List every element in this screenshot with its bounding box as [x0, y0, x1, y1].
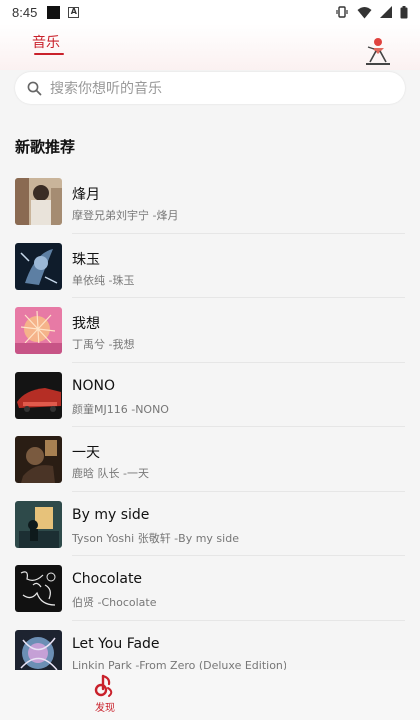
song-title: 珠玉: [72, 251, 100, 268]
battery-icon: [400, 5, 408, 18]
song-title: Chocolate: [72, 571, 143, 587]
song-title: 我想: [72, 316, 100, 332]
tab-music[interactable]: 音乐: [32, 32, 60, 52]
album-cover: [15, 178, 62, 225]
song-list: 烽月 摩登兄弟刘宇宁 -烽月 珠玉 单依纯 -珠玉 我想 丁禹兮 -我想 NON…: [0, 169, 420, 685]
song-item[interactable]: 珠玉 单依纯 -珠玉: [0, 234, 420, 298]
bottom-nav: 发现: [0, 670, 420, 720]
vibrate-icon: [336, 6, 348, 18]
status-bar: 8:45 A: [0, 0, 420, 24]
song-artist: 摩登兄弟刘宇宁 -烽月: [72, 209, 179, 222]
notification-icon: [47, 5, 61, 19]
wifi-icon: [357, 6, 372, 18]
signal-icon: [380, 6, 392, 18]
album-cover: [15, 565, 62, 612]
album-cover: [15, 242, 62, 290]
song-item[interactable]: NONO 颜童MJ116 -NONO: [0, 363, 420, 427]
song-item[interactable]: By my side Tyson Yoshi 张敬轩 -By my side: [0, 492, 420, 556]
album-cover: [15, 371, 62, 419]
song-title: 烽月: [72, 187, 100, 203]
song-item[interactable]: 一天 鹿晗 队长 -一天: [0, 427, 420, 492]
search-icon: [27, 81, 42, 95]
album-cover: [15, 436, 62, 483]
nav-discover-label: 发现: [95, 703, 115, 714]
status-time: 8:45: [12, 4, 38, 20]
top-header: 音乐: [0, 24, 420, 70]
album-cover: [15, 500, 62, 548]
song-title: 一天: [72, 445, 100, 461]
song-artist: 颜童MJ116 -NONO: [72, 402, 169, 416]
mascot-icon[interactable]: [362, 36, 394, 68]
search-input[interactable]: 搜索你想听的音乐: [15, 72, 405, 104]
song-title: By my side: [72, 506, 150, 523]
nav-discover[interactable]: 发现: [80, 674, 130, 714]
song-artist: 丁禹兮 -我想: [72, 338, 135, 351]
song-title: NONO: [72, 377, 115, 394]
app-notification-icon: A: [68, 6, 80, 18]
section-title: 新歌推荐: [15, 138, 76, 156]
song-artist: 伯贤 -Chocolate: [72, 596, 157, 609]
song-artist: 单依纯 -珠玉: [72, 273, 135, 287]
song-title: Let You Fade: [72, 635, 160, 652]
discover-music-icon: [94, 674, 113, 697]
song-item[interactable]: Chocolate 伯贤 -Chocolate: [0, 556, 420, 621]
song-item[interactable]: 我想 丁禹兮 -我想: [0, 298, 420, 363]
search-placeholder: 搜索你想听的音乐: [50, 81, 162, 97]
tab-indicator: [34, 53, 64, 55]
song-item[interactable]: 烽月 摩登兄弟刘宇宁 -烽月: [0, 169, 420, 234]
song-artist: Tyson Yoshi 张敬轩 -By my side: [72, 531, 239, 545]
album-cover: [15, 307, 62, 354]
song-artist: 鹿晗 队长 -一天: [72, 467, 149, 480]
